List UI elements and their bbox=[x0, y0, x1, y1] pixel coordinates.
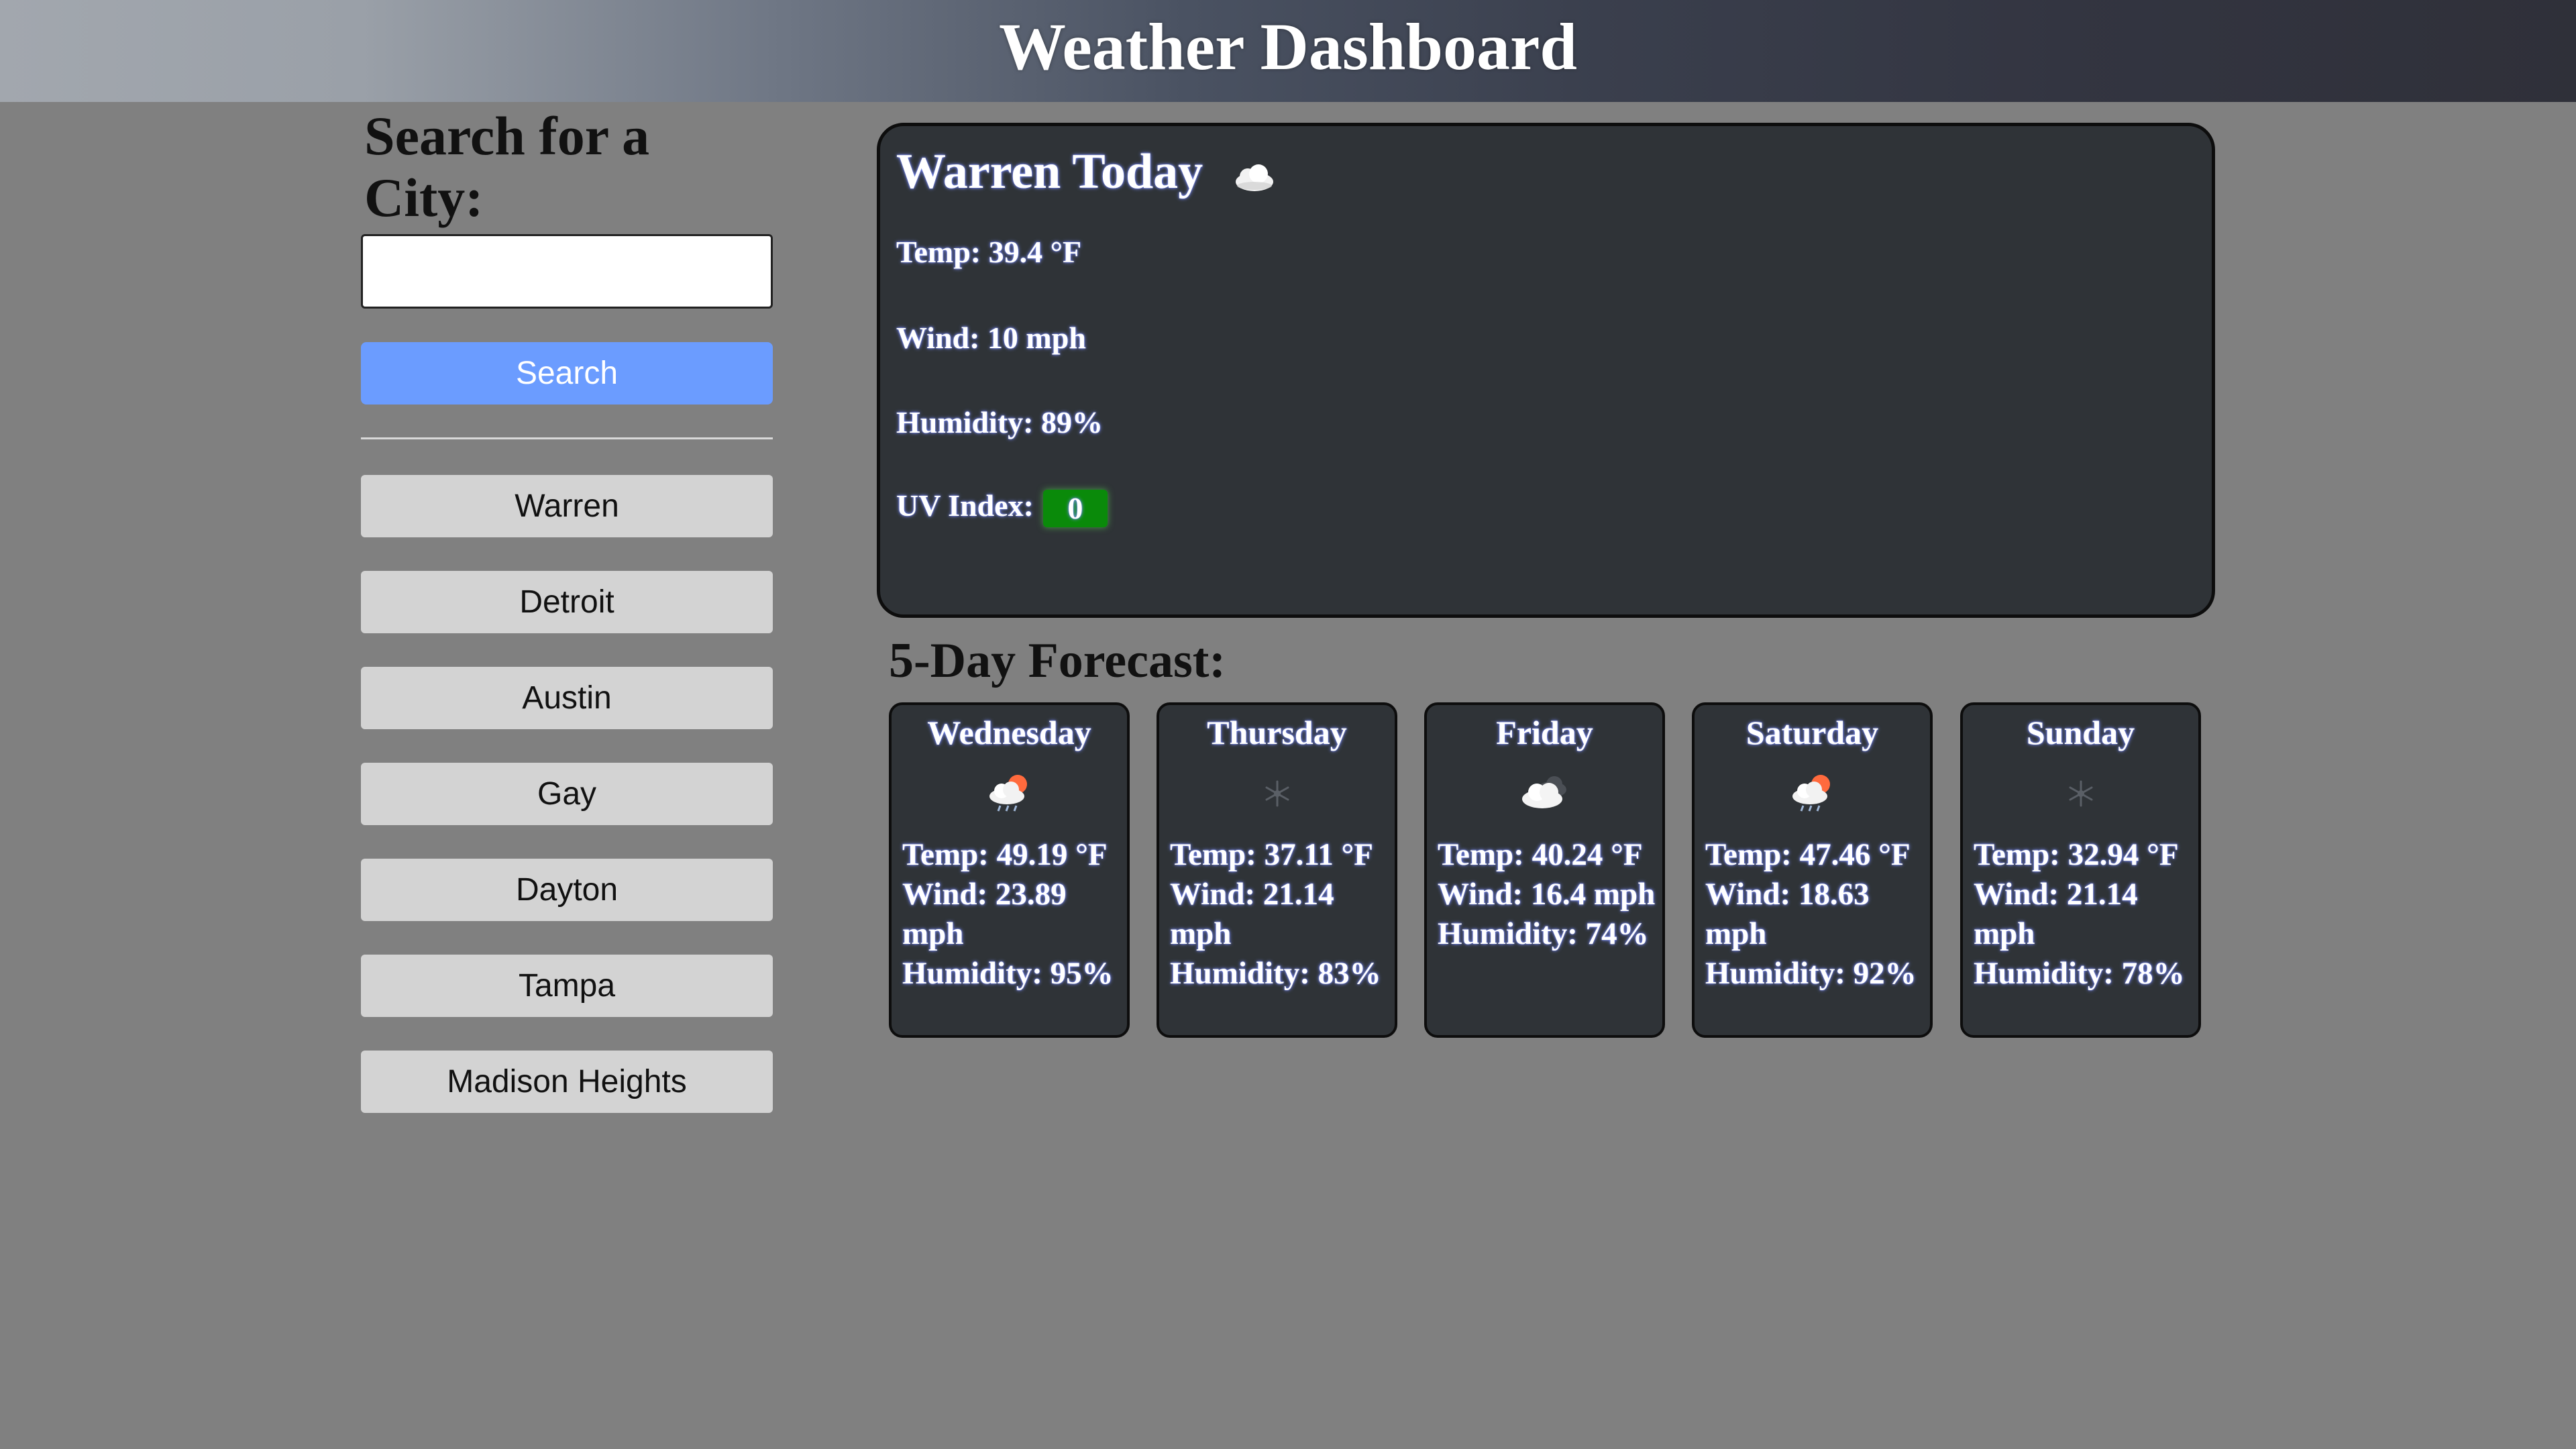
current-weather-card: Warren Today Temp: 39.4 °F Wind: 10 mph … bbox=[877, 123, 2215, 618]
current-uv: UV Index: 0 bbox=[896, 486, 1108, 528]
forecast-humidity: Humidity: 83% bbox=[1170, 956, 1381, 991]
forecast-day: Wednesday bbox=[927, 714, 1091, 751]
search-button[interactable]: Search bbox=[361, 342, 773, 405]
forecast-humidity: Humidity: 78% bbox=[1974, 956, 2185, 991]
forecast-stats: Temp: 37.11 °F Wind: 21.14 mph Humidity:… bbox=[1170, 835, 1389, 994]
history-button-detroit[interactable]: Detroit bbox=[361, 571, 773, 633]
forecast-card: Sunday Temp: 32.94 °F Wind: 21.14 mph Hu… bbox=[1960, 702, 2201, 1038]
forecast-wind: Wind: 21.14 mph bbox=[1974, 877, 2138, 951]
broken-clouds-icon bbox=[1521, 776, 1566, 808]
forecast-card: Friday Temp: 40.24 °F Wind: 16.4 mph Hum… bbox=[1424, 702, 1665, 1038]
forecast-humidity: Humidity: 92% bbox=[1705, 956, 1917, 991]
forecast-stats: Temp: 40.24 °F Wind: 16.4 mph Humidity: … bbox=[1438, 835, 1657, 954]
history-button-tampa[interactable]: Tampa bbox=[361, 955, 773, 1017]
forecast-wind: Wind: 16.4 mph bbox=[1438, 877, 1656, 912]
forecast-wind: Wind: 23.89 mph bbox=[902, 877, 1067, 951]
uv-index-badge: 0 bbox=[1042, 490, 1108, 528]
search-heading: Search for a City: bbox=[364, 105, 650, 228]
forecast-temp: Temp: 37.11 °F bbox=[1170, 837, 1373, 872]
forecast-humidity: Humidity: 95% bbox=[902, 956, 1114, 991]
forecast-stats: Temp: 49.19 °F Wind: 23.89 mph Humidity:… bbox=[902, 835, 1122, 994]
forecast-day: Saturday bbox=[1746, 714, 1879, 751]
forecast-temp: Temp: 49.19 °F bbox=[902, 837, 1108, 872]
forecast-temp: Temp: 47.46 °F bbox=[1705, 837, 1911, 872]
forecast-card: Thursday Temp: 37.11 °F Wind: 21.14 mph … bbox=[1157, 702, 1397, 1038]
forecast-stats: Temp: 32.94 °F Wind: 21.14 mph Humidity:… bbox=[1974, 835, 2193, 994]
history-button-austin[interactable]: Austin bbox=[361, 667, 773, 729]
forecast-temp: Temp: 40.24 °F bbox=[1438, 837, 1643, 872]
forecast-wind: Wind: 21.14 mph bbox=[1170, 877, 1334, 951]
forecast-card: Wednesday Temp: 49.19 °F Wind: 23.89 mph… bbox=[889, 702, 1130, 1038]
history-button-gay[interactable]: Gay bbox=[361, 763, 773, 825]
current-city-label: Warren Today bbox=[896, 144, 1203, 199]
current-weather-title: Warren Today bbox=[896, 140, 1281, 204]
city-search-input[interactable] bbox=[361, 234, 773, 309]
search-history-list: Warren Detroit Austin Gay Dayton Tampa M… bbox=[361, 475, 773, 1146]
page-header: Weather Dashboard bbox=[0, 0, 2576, 102]
history-button-madison-heights[interactable]: Madison Heights bbox=[361, 1051, 773, 1113]
page-title: Weather Dashboard bbox=[998, 9, 1578, 84]
current-humidity: Humidity: 89% bbox=[896, 405, 1103, 439]
snow-icon bbox=[1265, 780, 1289, 807]
forecast-humidity: Humidity: 74% bbox=[1438, 916, 1649, 951]
forecast-card: Saturday Temp: 47.46 °F Wind: 18.63 mph … bbox=[1692, 702, 1933, 1038]
forecast-day: Sunday bbox=[2026, 714, 2135, 751]
sidebar-divider bbox=[361, 437, 773, 439]
current-wind: Wind: 10 mph bbox=[896, 321, 1086, 355]
forecast-heading: 5-Day Forecast: bbox=[889, 633, 1226, 688]
forecast-wind: Wind: 18.63 mph bbox=[1705, 877, 1870, 951]
rain-cloud-sun-icon bbox=[989, 775, 1027, 812]
uv-index-label: UV Index: bbox=[896, 488, 1034, 523]
forecast-temp: Temp: 32.94 °F bbox=[1974, 837, 2179, 872]
forecast-day: Thursday bbox=[1207, 714, 1347, 751]
rain-cloud-sun-icon bbox=[1792, 775, 1830, 812]
forecast-stats: Temp: 47.46 °F Wind: 18.63 mph Humidity:… bbox=[1705, 835, 1925, 994]
cloud-icon bbox=[1235, 164, 1273, 192]
current-temp: Temp: 39.4 °F bbox=[896, 235, 1082, 269]
history-button-dayton[interactable]: Dayton bbox=[361, 859, 773, 921]
snow-icon bbox=[2069, 780, 2092, 807]
history-button-warren[interactable]: Warren bbox=[361, 475, 773, 537]
forecast-day: Friday bbox=[1496, 714, 1593, 751]
